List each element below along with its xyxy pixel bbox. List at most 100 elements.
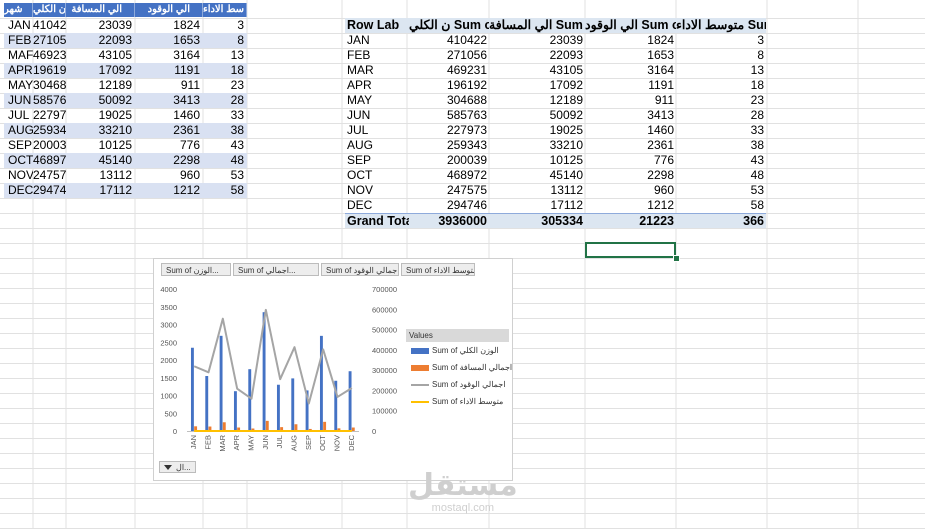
source-cell-r2-c1[interactable]: 469231 bbox=[33, 48, 66, 63]
pivot-cell-r2-c2[interactable]: 43105 bbox=[489, 63, 585, 78]
axis-field-button[interactable]: ال... bbox=[159, 461, 196, 473]
pivot-header-3[interactable]: الي الوقود Sum of bbox=[585, 18, 676, 33]
pivot-cell-r7-c4[interactable]: 38 bbox=[676, 138, 766, 153]
pivot-cell-r11-c1[interactable]: 294746 bbox=[409, 198, 489, 213]
source-cell-r8-c3[interactable]: 776 bbox=[135, 138, 203, 153]
source-cell-r10-c4[interactable]: 53 bbox=[203, 168, 247, 183]
source-cell-r2-c2[interactable]: 43105 bbox=[66, 48, 135, 63]
pivot-header-4[interactable]: متوسط الاداء Sum of bbox=[676, 18, 766, 33]
pivot-cell-r3-c2[interactable]: 17092 bbox=[489, 78, 585, 93]
pivot-cell-r1-c4[interactable]: 8 bbox=[676, 48, 766, 63]
pivot-cell-r0-c0[interactable]: JAN bbox=[345, 33, 409, 48]
fill-handle[interactable] bbox=[673, 255, 680, 262]
pivot-cell-r3-c1[interactable]: 196192 bbox=[409, 78, 489, 93]
pivot-header-1[interactable]: ن الكلي Sum of bbox=[409, 18, 489, 33]
source-cell-r3-c3[interactable]: 1191 bbox=[135, 63, 203, 78]
pivot-cell-r9-c3[interactable]: 2298 bbox=[585, 168, 676, 183]
source-cell-r3-c2[interactable]: 17092 bbox=[66, 63, 135, 78]
pivot-cell-r10-c2[interactable]: 13112 bbox=[489, 183, 585, 198]
pivot-cell-r7-c3[interactable]: 2361 bbox=[585, 138, 676, 153]
source-header-3[interactable]: الي الوقود bbox=[135, 3, 203, 17]
source-cell-r8-c1[interactable]: 200039 bbox=[33, 138, 66, 153]
source-cell-r7-c1[interactable]: 259343 bbox=[33, 123, 66, 138]
source-cell-r1-c4[interactable]: 8 bbox=[203, 33, 247, 48]
source-cell-r10-c1[interactable]: 247575 bbox=[33, 168, 66, 183]
source-cell-r6-c2[interactable]: 19025 bbox=[66, 108, 135, 123]
pivot-cell-r9-c2[interactable]: 45140 bbox=[489, 168, 585, 183]
source-cell-r7-c4[interactable]: 38 bbox=[203, 123, 247, 138]
pivot-total-4[interactable]: 366 bbox=[676, 213, 766, 228]
pivot-cell-r0-c1[interactable]: 410422 bbox=[409, 33, 489, 48]
source-cell-r5-c0[interactable]: JUN bbox=[4, 93, 33, 108]
pivot-cell-r7-c1[interactable]: 259343 bbox=[409, 138, 489, 153]
pivot-cell-r8-c0[interactable]: SEP bbox=[345, 153, 409, 168]
pivot-chart[interactable]: Sum of الوزن... Sum of اجمالي... Sum of … bbox=[153, 258, 513, 481]
pivot-cell-r10-c4[interactable]: 53 bbox=[676, 183, 766, 198]
pivot-cell-r1-c2[interactable]: 22093 bbox=[489, 48, 585, 63]
pivot-cell-r4-c3[interactable]: 911 bbox=[585, 93, 676, 108]
source-header-4[interactable]: سط الاداء bbox=[203, 3, 247, 17]
source-cell-r0-c4[interactable]: 3 bbox=[203, 18, 247, 33]
source-cell-r6-c4[interactable]: 33 bbox=[203, 108, 247, 123]
source-cell-r6-c0[interactable]: JUL bbox=[4, 108, 33, 123]
source-cell-r6-c3[interactable]: 1460 bbox=[135, 108, 203, 123]
pivot-header-0[interactable]: Row Lab bbox=[345, 18, 409, 33]
source-cell-r4-c3[interactable]: 911 bbox=[135, 78, 203, 93]
pivot-cell-r7-c2[interactable]: 33210 bbox=[489, 138, 585, 153]
source-cell-r10-c2[interactable]: 13112 bbox=[66, 168, 135, 183]
source-cell-r4-c0[interactable]: MAY bbox=[4, 78, 33, 93]
pivot-total-3[interactable]: 21223 bbox=[585, 213, 676, 228]
pivot-cell-r4-c2[interactable]: 12189 bbox=[489, 93, 585, 108]
pivot-cell-r0-c2[interactable]: 23039 bbox=[489, 33, 585, 48]
pivot-cell-r2-c0[interactable]: MAR bbox=[345, 63, 409, 78]
pivot-cell-r5-c4[interactable]: 28 bbox=[676, 108, 766, 123]
pivot-cell-r4-c4[interactable]: 23 bbox=[676, 93, 766, 108]
pivot-cell-r7-c0[interactable]: AUG bbox=[345, 138, 409, 153]
source-cell-r5-c4[interactable]: 28 bbox=[203, 93, 247, 108]
pivot-cell-r9-c4[interactable]: 48 bbox=[676, 168, 766, 183]
source-cell-r10-c0[interactable]: NOV bbox=[4, 168, 33, 183]
pivot-cell-r8-c2[interactable]: 10125 bbox=[489, 153, 585, 168]
pivot-cell-r11-c4[interactable]: 58 bbox=[676, 198, 766, 213]
pivot-cell-r3-c3[interactable]: 1191 bbox=[585, 78, 676, 93]
source-cell-r11-c0[interactable]: DEC bbox=[4, 183, 33, 198]
pivot-cell-r2-c4[interactable]: 13 bbox=[676, 63, 766, 78]
source-cell-r7-c3[interactable]: 2361 bbox=[135, 123, 203, 138]
source-cell-r0-c3[interactable]: 1824 bbox=[135, 18, 203, 33]
source-cell-r3-c4[interactable]: 18 bbox=[203, 63, 247, 78]
source-cell-r4-c1[interactable]: 304688 bbox=[33, 78, 66, 93]
source-cell-r9-c1[interactable]: 468972 bbox=[33, 153, 66, 168]
pivot-cell-r5-c1[interactable]: 585763 bbox=[409, 108, 489, 123]
source-header-0[interactable]: شهر bbox=[4, 3, 33, 17]
pivot-cell-r1-c3[interactable]: 1653 bbox=[585, 48, 676, 63]
source-cell-r1-c1[interactable]: 271056 bbox=[33, 33, 66, 48]
source-cell-r5-c2[interactable]: 50092 bbox=[66, 93, 135, 108]
pivot-cell-r11-c3[interactable]: 1212 bbox=[585, 198, 676, 213]
pivot-cell-r4-c0[interactable]: MAY bbox=[345, 93, 409, 108]
source-cell-r1-c2[interactable]: 22093 bbox=[66, 33, 135, 48]
source-cell-r2-c0[interactable]: MAF bbox=[4, 48, 33, 63]
pivot-total-0[interactable]: Grand Tota bbox=[345, 213, 409, 228]
pivot-cell-r8-c4[interactable]: 43 bbox=[676, 153, 766, 168]
source-header-2[interactable]: الي المسافة bbox=[66, 3, 135, 17]
pivot-cell-r5-c0[interactable]: JUN bbox=[345, 108, 409, 123]
source-cell-r8-c4[interactable]: 43 bbox=[203, 138, 247, 153]
active-cell-selection[interactable] bbox=[585, 242, 676, 258]
pivot-cell-r10-c0[interactable]: NOV bbox=[345, 183, 409, 198]
source-cell-r9-c2[interactable]: 45140 bbox=[66, 153, 135, 168]
source-cell-r11-c2[interactable]: 17112 bbox=[66, 183, 135, 198]
source-cell-r4-c2[interactable]: 12189 bbox=[66, 78, 135, 93]
source-cell-r0-c2[interactable]: 23039 bbox=[66, 18, 135, 33]
pivot-cell-r1-c1[interactable]: 271056 bbox=[409, 48, 489, 63]
source-cell-r9-c0[interactable]: OCT bbox=[4, 153, 33, 168]
pivot-header-2[interactable]: الي المسافة Sum of bbox=[489, 18, 585, 33]
pivot-cell-r4-c1[interactable]: 304688 bbox=[409, 93, 489, 108]
source-cell-r8-c0[interactable]: SEP bbox=[4, 138, 33, 153]
pivot-cell-r6-c0[interactable]: JUL bbox=[345, 123, 409, 138]
pivot-cell-r9-c0[interactable]: OCT bbox=[345, 168, 409, 183]
pivot-cell-r1-c0[interactable]: FEB bbox=[345, 48, 409, 63]
source-cell-r9-c4[interactable]: 48 bbox=[203, 153, 247, 168]
pivot-cell-r10-c3[interactable]: 960 bbox=[585, 183, 676, 198]
source-header-1[interactable]: ن الكلي bbox=[33, 3, 66, 17]
source-cell-r2-c3[interactable]: 3164 bbox=[135, 48, 203, 63]
